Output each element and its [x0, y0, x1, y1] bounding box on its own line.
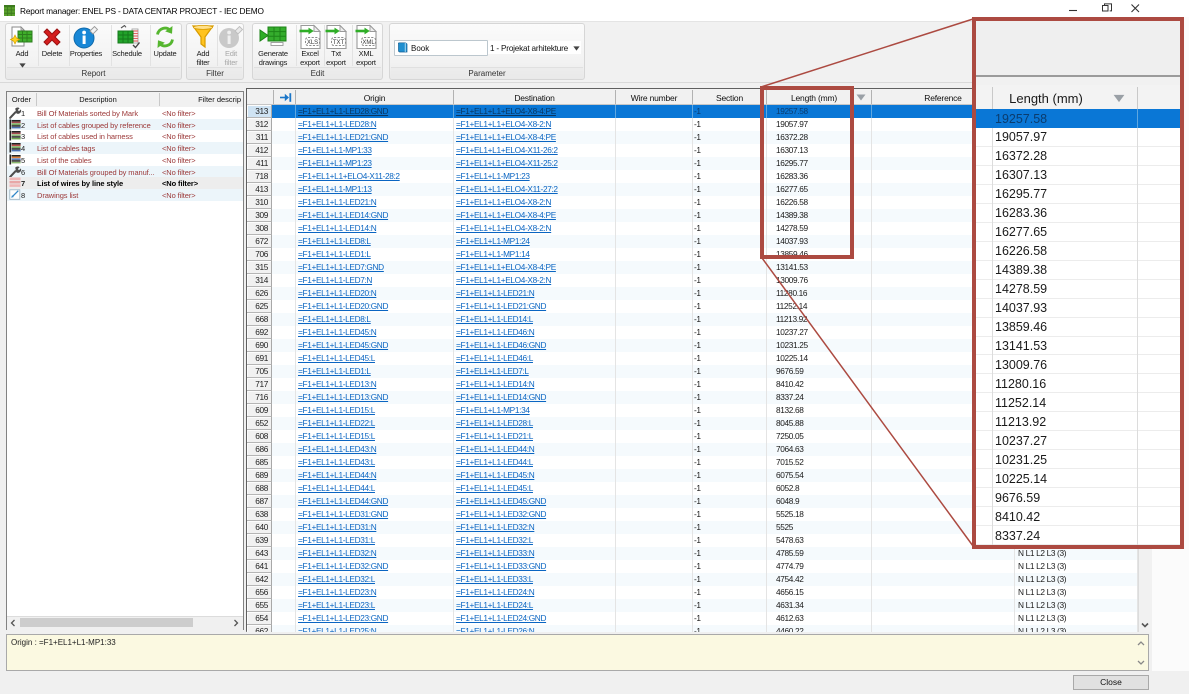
- svg-text:XLS: XLS: [307, 40, 318, 46]
- svg-text:TXT: TXT: [333, 40, 345, 46]
- svg-text:XML: XML: [362, 40, 375, 46]
